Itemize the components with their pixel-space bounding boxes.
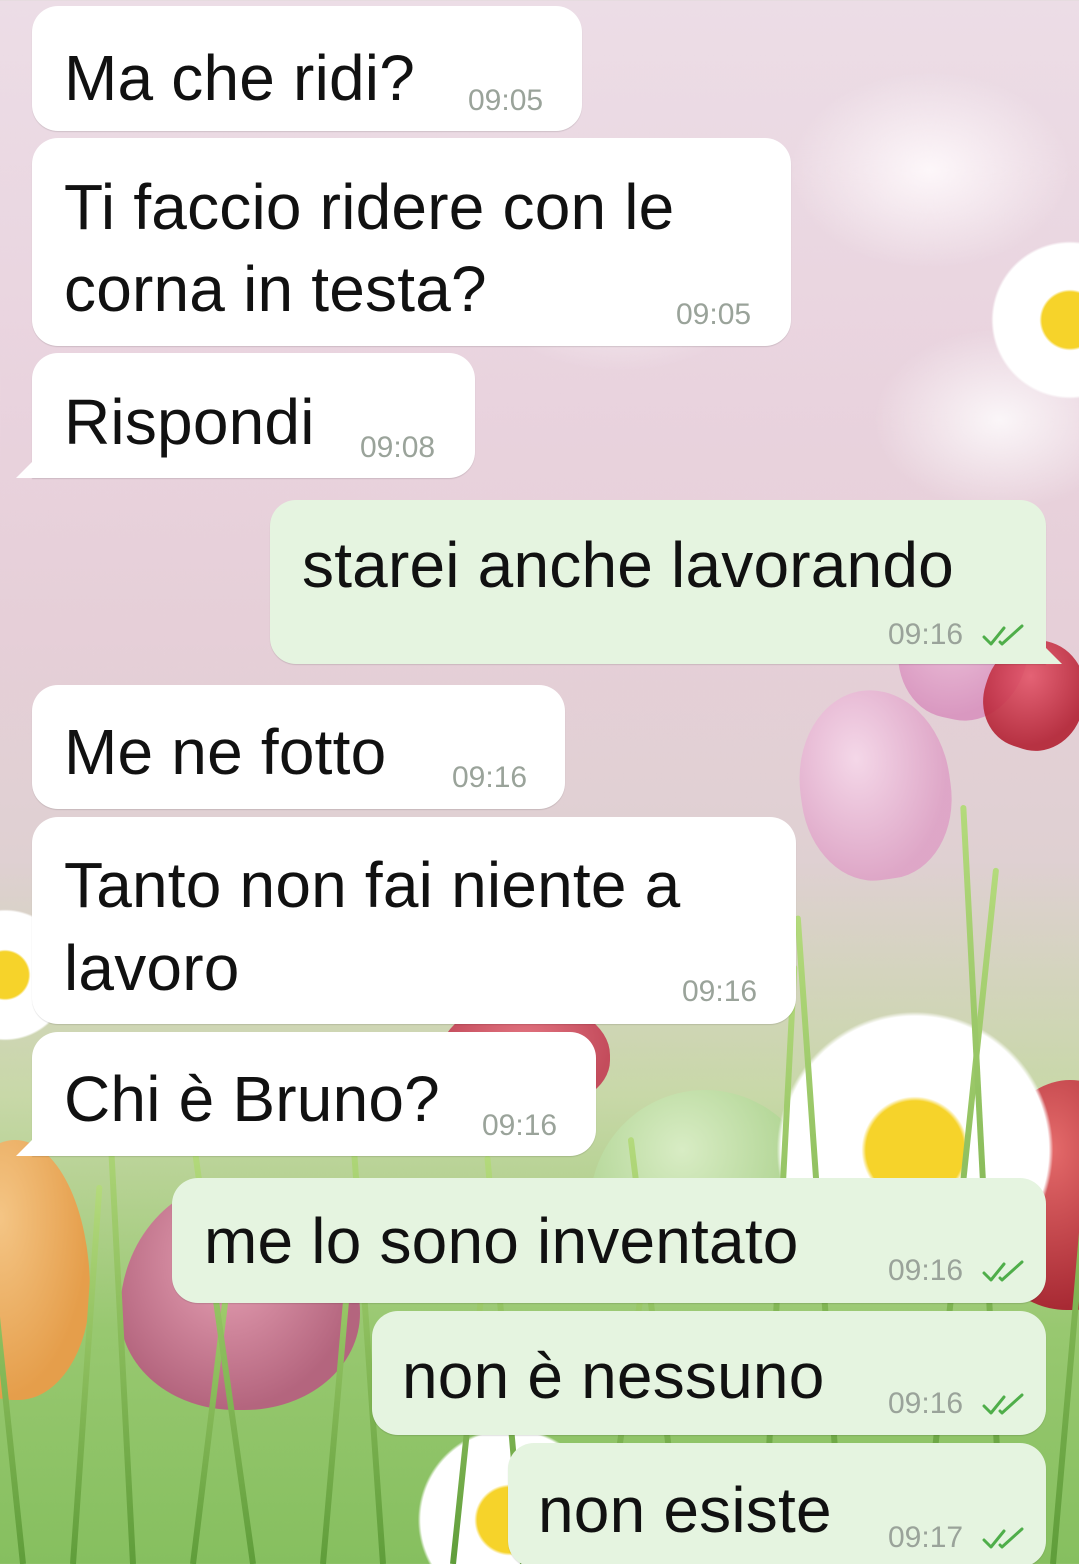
incoming-message[interactable]: Me ne fotto 09:16 — [32, 685, 565, 809]
message-text-line: corna in testa? — [64, 253, 487, 325]
message-timestamp: 09:16 — [888, 1254, 964, 1287]
message-timestamp: 09:16 — [888, 618, 964, 651]
incoming-message[interactable]: Ti faccio ridere con le corna in testa? … — [32, 138, 791, 346]
outgoing-message[interactable]: non è nessuno 09:16 — [372, 1311, 1046, 1435]
outgoing-message[interactable]: me lo sono inventato 09:16 — [172, 1178, 1046, 1303]
incoming-message[interactable]: Chi è Bruno? 09:16 — [16, 1032, 596, 1156]
incoming-message[interactable]: Ma che ridi? 09:05 — [32, 6, 582, 131]
message-timestamp: 09:16 — [452, 761, 528, 794]
message-text: Me ne fotto — [64, 716, 387, 788]
message-timestamp: 09:05 — [468, 84, 544, 117]
message-timestamp: 09:17 — [888, 1521, 964, 1554]
incoming-message[interactable]: Tanto non fai niente a lavoro 09:16 — [32, 817, 796, 1024]
message-timestamp: 09:16 — [888, 1387, 964, 1420]
message-timestamp: 09:16 — [682, 975, 758, 1008]
message-list[interactable]: Ma che ridi? 09:05 Ti faccio ridere con … — [0, 0, 1079, 1564]
outgoing-message[interactable]: non esiste 09:17 — [508, 1443, 1046, 1564]
message-text: Rispondi — [64, 386, 315, 458]
message-text-line: Ti faccio ridere con le — [64, 171, 675, 243]
message-timestamp: 09:08 — [360, 431, 436, 464]
message-text: Ma che ridi? — [64, 42, 415, 114]
message-text: non esiste — [538, 1474, 832, 1546]
double-check-icon — [982, 624, 1024, 646]
double-check-icon — [982, 1260, 1024, 1282]
message-text: me lo sono inventato — [204, 1205, 799, 1277]
message-text: non è nessuno — [402, 1340, 825, 1412]
message-timestamp: 09:05 — [676, 298, 752, 331]
message-text: starei anche lavorando — [302, 529, 954, 601]
message-text: Chi è Bruno? — [64, 1063, 440, 1135]
incoming-message[interactable]: Rispondi 09:08 — [16, 353, 475, 478]
double-check-icon — [982, 1393, 1024, 1415]
message-timestamp: 09:16 — [482, 1109, 558, 1142]
double-check-icon — [982, 1527, 1024, 1549]
message-text-line: lavoro — [64, 932, 240, 1004]
outgoing-message[interactable]: starei anche lavorando 09:16 — [270, 500, 1062, 664]
message-text-line: Tanto non fai niente a — [64, 849, 681, 921]
